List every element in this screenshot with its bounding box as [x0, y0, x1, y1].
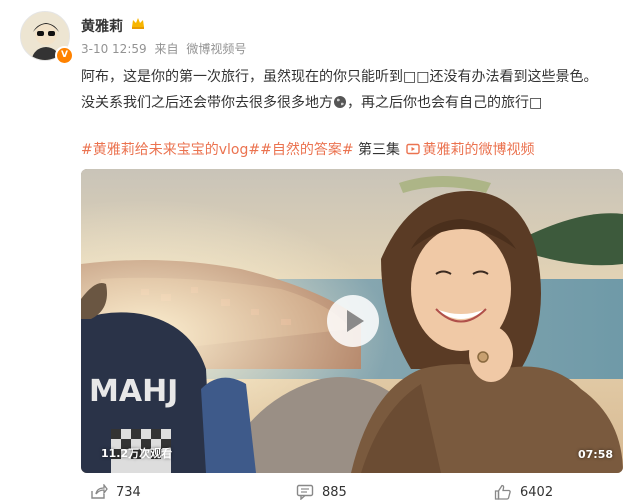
share-count: 734 — [116, 484, 141, 500]
action-bar: 734 885 6402 — [0, 480, 629, 502]
share-button[interactable]: 734 — [90, 484, 141, 500]
post-date[interactable]: 3-10 12:59 — [81, 42, 147, 56]
episode-label: 第三集 — [353, 142, 405, 158]
comment-count: 885 — [322, 484, 347, 500]
thumbs-up-icon — [494, 484, 511, 500]
like-count: 6402 — [520, 484, 554, 500]
topic-tags: #黄雅莉给未来宝宝的vlog##自然的答案# 第三集 黄雅莉的微博视频 — [81, 140, 534, 160]
topic-tag-nature[interactable]: #自然的答案# — [260, 142, 353, 158]
post-text: 阿布，这是你的第一次旅行，虽然现在的你只能听到□□还没有办法看到这些景色。没关系… — [81, 64, 601, 116]
view-count: 11.2万次观看 — [101, 447, 173, 460]
shirt-text: MAHJ — [89, 374, 178, 409]
share-icon — [91, 484, 108, 499]
play-button[interactable] — [327, 295, 379, 347]
post-text-part2: ，再之后你也会有自己的旅行□ — [347, 95, 543, 111]
username[interactable]: 黄雅莉 — [81, 16, 123, 36]
comment-icon — [296, 484, 314, 500]
video-link-icon[interactable] — [406, 143, 421, 155]
post-meta: 3-10 12:59 来自 微博视频号 — [81, 40, 250, 57]
video-duration: 07:58 — [577, 448, 613, 461]
comment-button[interactable]: 885 — [296, 484, 347, 500]
topic-tag-vlog[interactable]: #黄雅莉给未来宝宝的vlog# — [81, 142, 260, 158]
video-player[interactable]: MAHJ 11.2万次观看 07:58 — [81, 169, 623, 473]
post-source[interactable]: 微博视频号 — [186, 42, 246, 56]
like-button[interactable]: 6402 — [494, 484, 553, 500]
video-link[interactable]: 黄雅莉的微博视频 — [422, 142, 534, 158]
crown-icon[interactable] — [130, 15, 146, 31]
verified-badge: V — [55, 46, 74, 65]
earth-emoji-icon — [334, 96, 346, 108]
source-prefix: 来自 — [154, 42, 179, 56]
